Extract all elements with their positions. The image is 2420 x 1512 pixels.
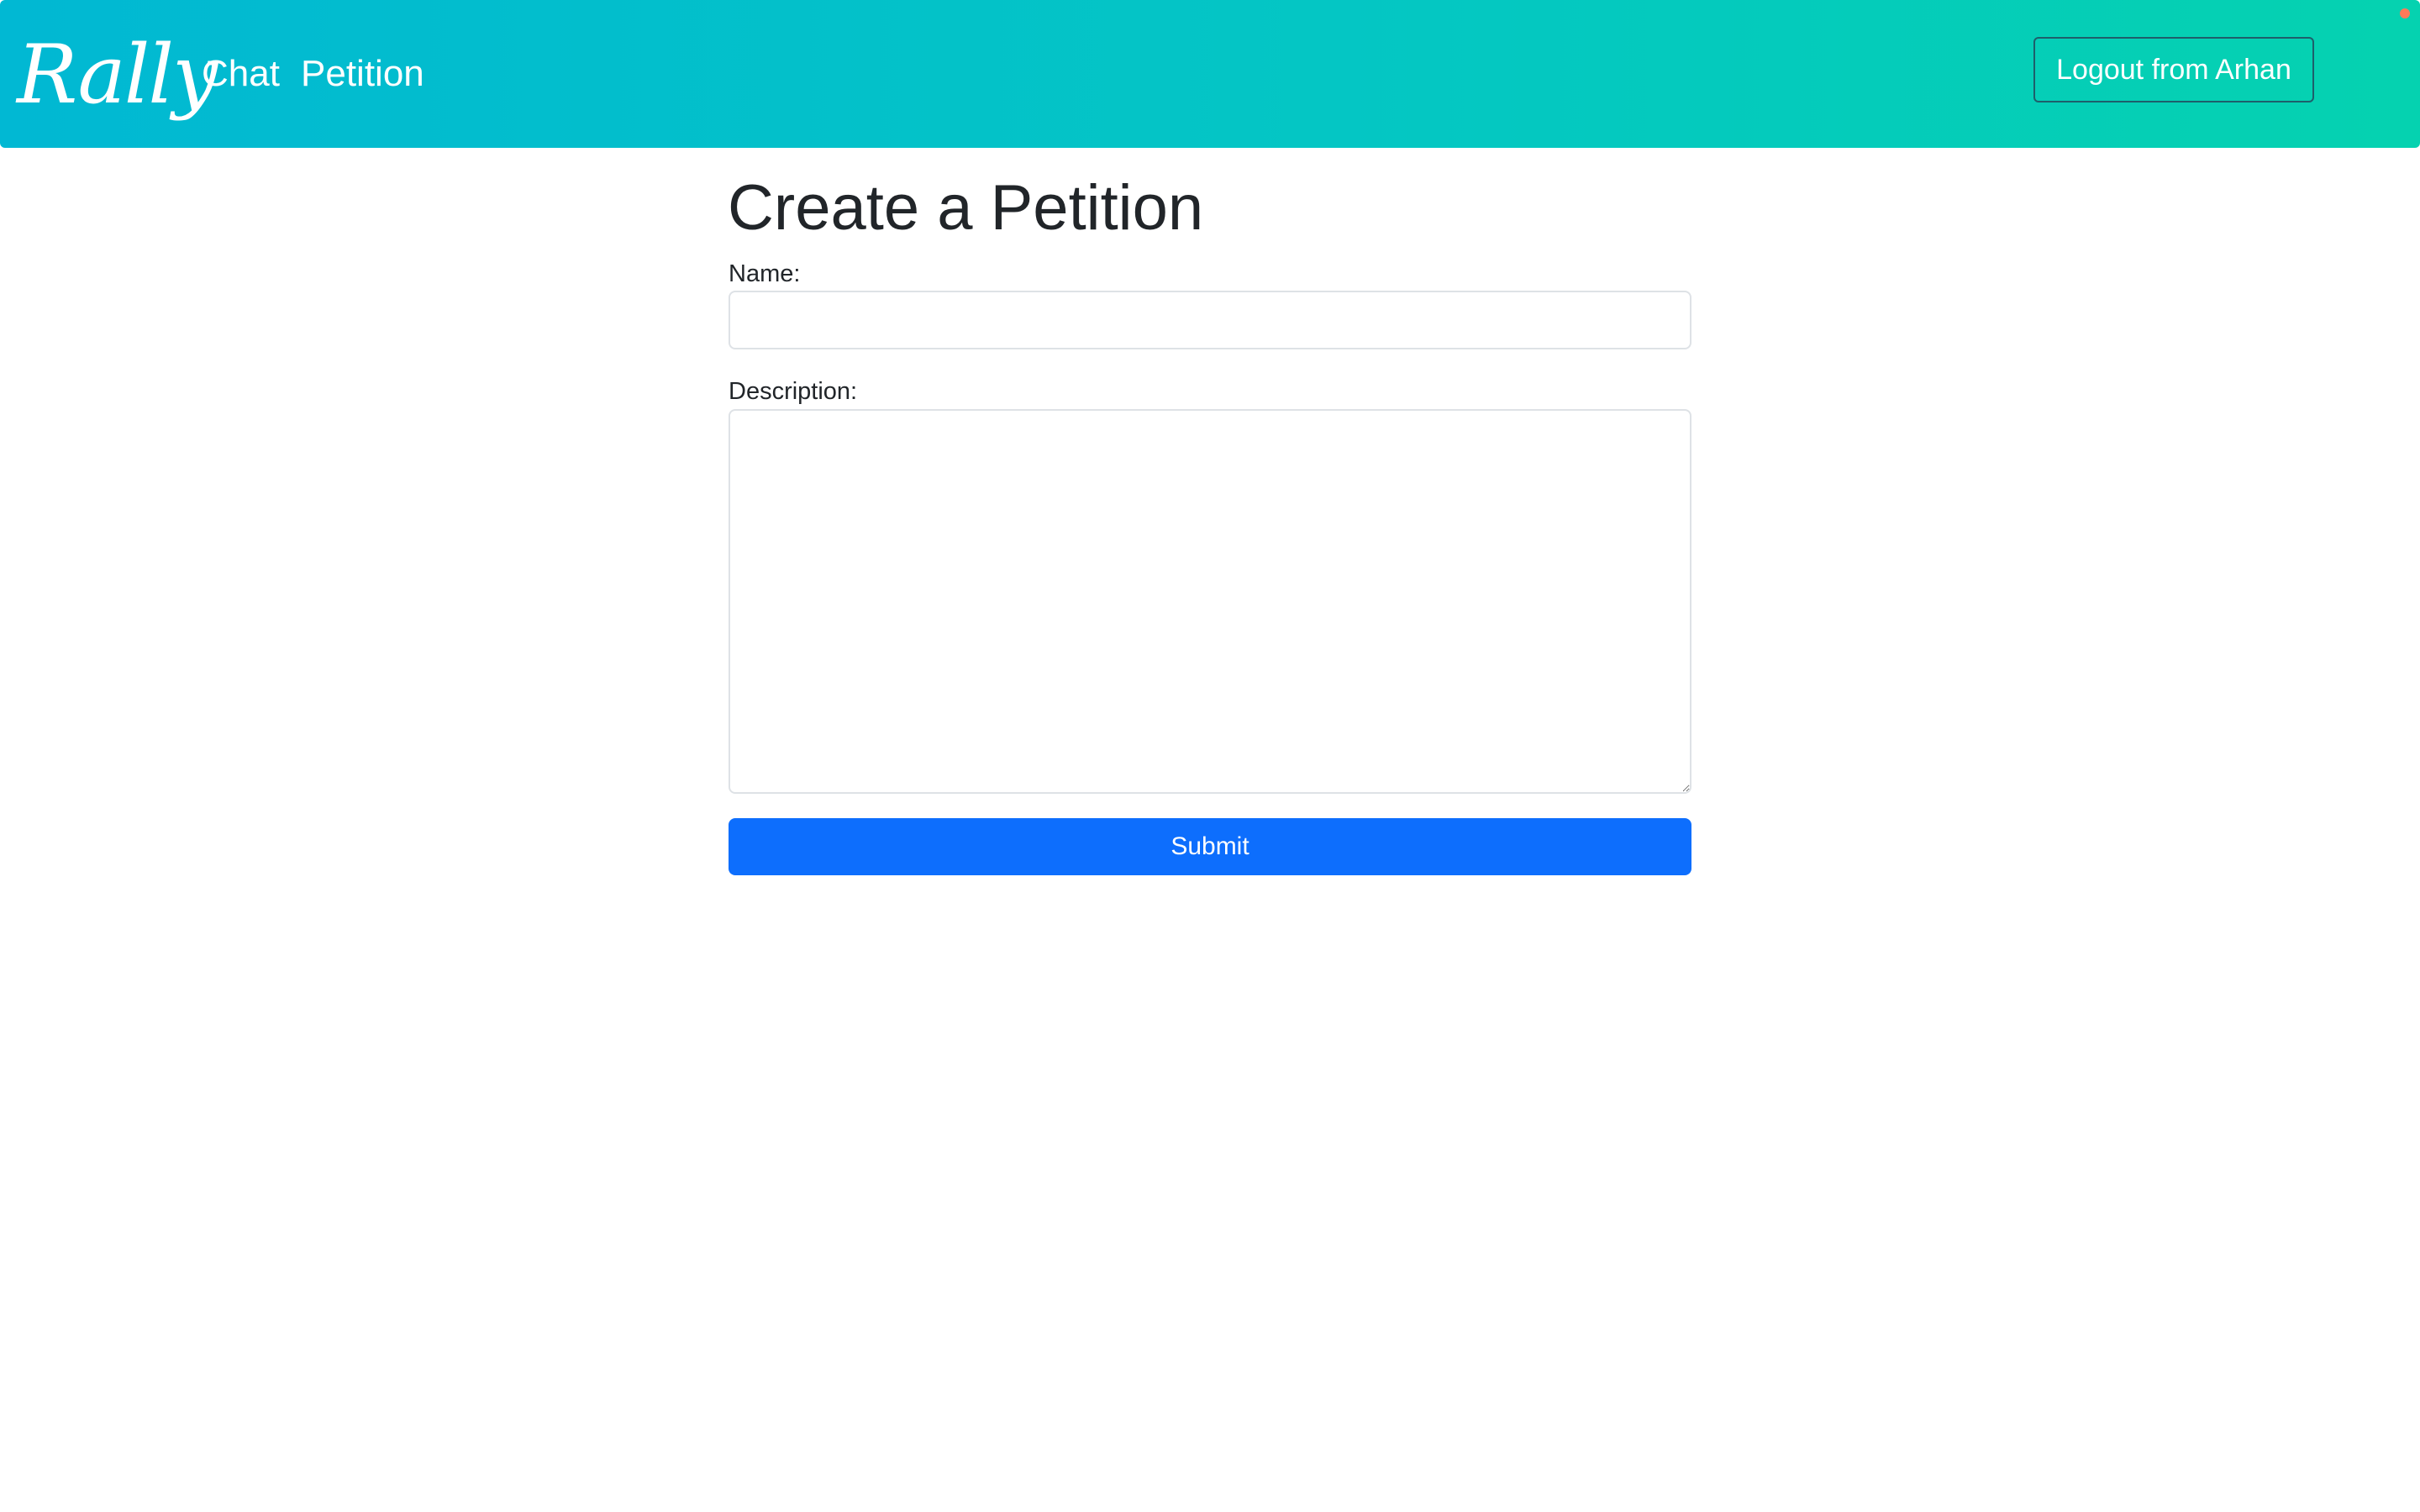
name-label: Name:: [729, 260, 801, 287]
nav-link-chat[interactable]: Chat: [202, 49, 280, 99]
page-title: Create a Petition: [728, 172, 1204, 244]
name-input[interactable]: [729, 291, 1691, 349]
top-navbar: Rally Chat Petition Logout from Arhan: [0, 0, 2420, 148]
logout-button[interactable]: Logout from Arhan: [2033, 37, 2314, 102]
description-textarea[interactable]: [729, 409, 1691, 794]
status-indicator-dot: [2400, 8, 2410, 18]
brand-logo[interactable]: Rally: [17, 29, 218, 121]
submit-button[interactable]: Submit: [729, 818, 1691, 875]
description-label: Description:: [729, 378, 858, 405]
nav-link-petition[interactable]: Petition: [301, 49, 424, 99]
